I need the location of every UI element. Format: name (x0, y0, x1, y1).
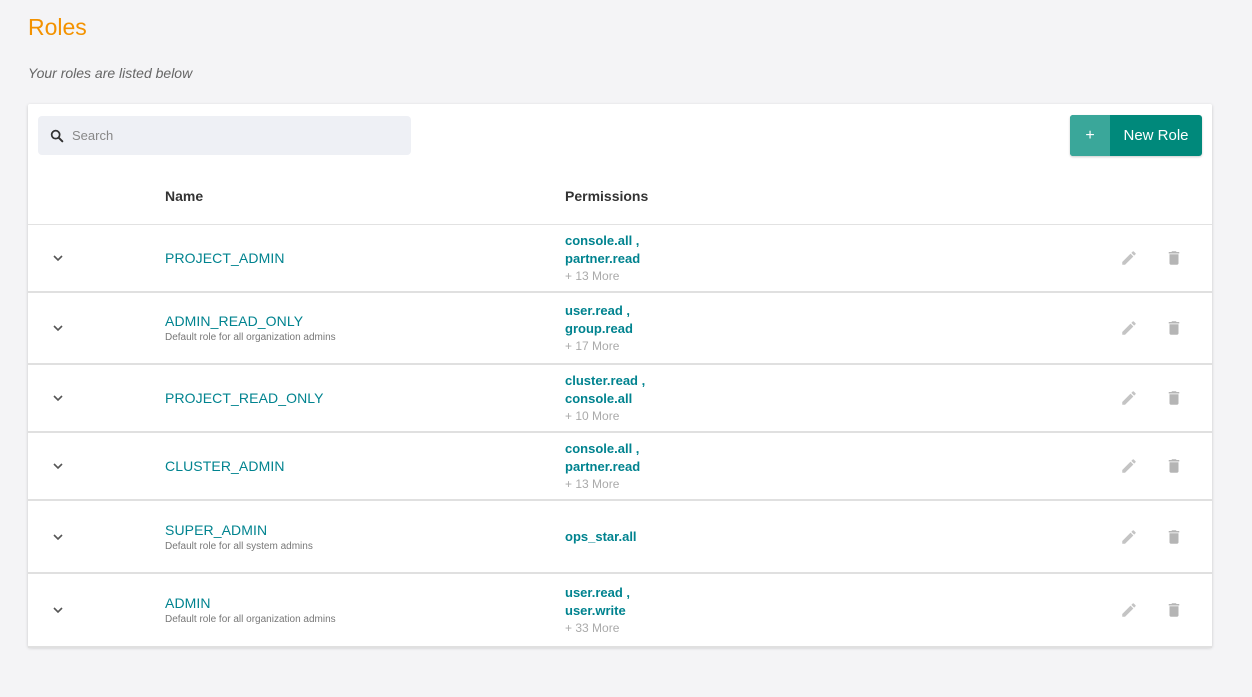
page-title: Roles (28, 14, 87, 40)
pencil-icon[interactable] (1120, 249, 1138, 267)
role-description: Default role for all organization admins (165, 332, 336, 343)
permission: ops_star.all (565, 528, 637, 544)
roles-table-body: PROJECT_ADMIN console.all , partner.read… (28, 225, 1212, 648)
permission: cluster.read , (565, 372, 646, 388)
permission: console.all , (565, 440, 640, 456)
permission: user.read , (565, 302, 631, 318)
plus-icon: + (1070, 115, 1110, 156)
page-subtitle: Your roles are listed below (28, 65, 193, 81)
trash-icon[interactable] (1165, 319, 1183, 337)
pencil-icon[interactable] (1120, 601, 1138, 619)
column-header-name: Name (165, 188, 204, 204)
new-role-label: New Role (1123, 127, 1189, 144)
more-permissions[interactable]: + 10 More (565, 408, 645, 425)
trash-icon[interactable] (1165, 528, 1183, 546)
chevron-down-icon[interactable] (50, 602, 66, 618)
permission: user.write (565, 602, 626, 618)
role-name[interactable]: ADMIN (165, 595, 336, 611)
roles-card: + New Role Name Permissions PROJECT_ADMI… (28, 104, 1212, 648)
trash-icon[interactable] (1165, 457, 1183, 475)
permission: console.all , (565, 232, 640, 248)
new-role-button[interactable]: + New Role (1070, 115, 1202, 156)
role-name[interactable]: PROJECT_ADMIN (165, 250, 285, 266)
role-name[interactable]: PROJECT_READ_ONLY (165, 390, 324, 406)
chevron-down-icon[interactable] (50, 529, 66, 545)
role-name[interactable]: ADMIN_READ_ONLY (165, 313, 336, 329)
more-permissions[interactable]: + 13 More (565, 268, 640, 285)
pencil-icon[interactable] (1120, 528, 1138, 546)
permission: console.all (565, 390, 633, 406)
permission: partner.read (565, 458, 641, 474)
permission: partner.read (565, 250, 641, 266)
more-permissions[interactable]: + 13 More (565, 476, 640, 493)
table-row: ADMIN_READ_ONLY Default role for all org… (28, 293, 1212, 365)
trash-icon[interactable] (1165, 249, 1183, 267)
trash-icon[interactable] (1165, 389, 1183, 407)
pencil-icon[interactable] (1120, 389, 1138, 407)
role-name[interactable]: CLUSTER_ADMIN (165, 458, 285, 474)
table-row: CLUSTER_ADMIN console.all , partner.read… (28, 433, 1212, 501)
more-permissions[interactable]: + 33 More (565, 620, 630, 637)
search-box[interactable] (38, 116, 411, 155)
table-row: PROJECT_ADMIN console.all , partner.read… (28, 225, 1212, 293)
column-header-permissions: Permissions (565, 188, 649, 204)
chevron-down-icon[interactable] (50, 250, 66, 266)
chevron-down-icon[interactable] (50, 390, 66, 406)
permission: group.read (565, 320, 633, 336)
chevron-down-icon[interactable] (50, 320, 66, 336)
pencil-icon[interactable] (1120, 457, 1138, 475)
search-input[interactable] (72, 128, 372, 143)
search-icon (49, 128, 65, 144)
table-row: SUPER_ADMIN Default role for all system … (28, 501, 1212, 574)
chevron-down-icon[interactable] (50, 458, 66, 474)
more-permissions[interactable]: + 17 More (565, 338, 633, 355)
pencil-icon[interactable] (1120, 319, 1138, 337)
role-description: Default role for all system admins (165, 540, 313, 552)
trash-icon[interactable] (1165, 601, 1183, 619)
table-row: PROJECT_READ_ONLY cluster.read , console… (28, 365, 1212, 433)
role-name[interactable]: SUPER_ADMIN (165, 522, 313, 538)
table-row: ADMIN Default role for all organization … (28, 574, 1212, 648)
role-description: Default role for all organization admins (165, 614, 336, 625)
permission: user.read , (565, 584, 631, 600)
